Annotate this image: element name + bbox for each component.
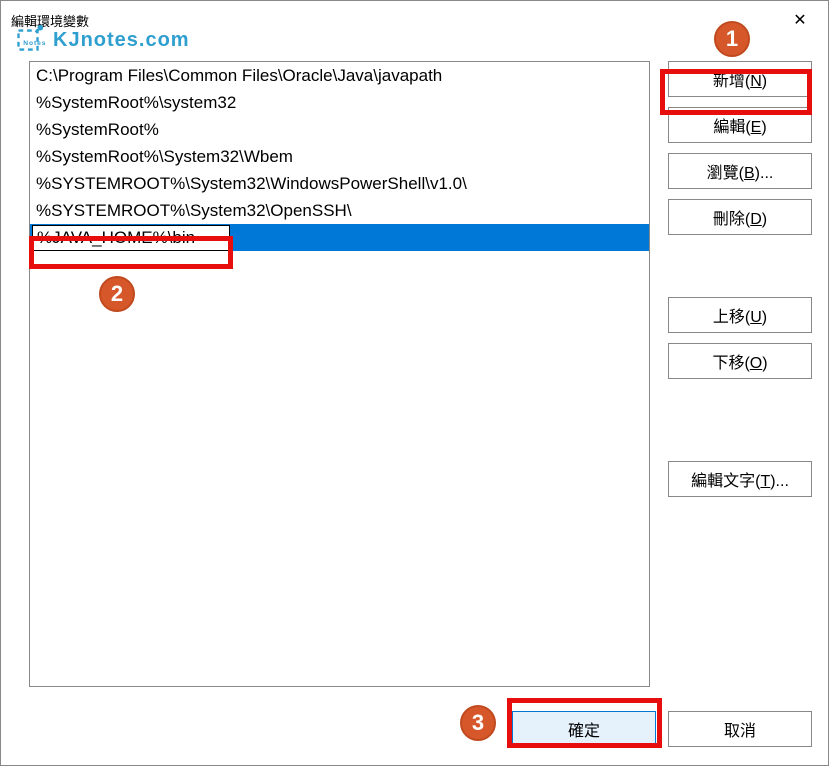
- annotation-badge-2: 2: [99, 276, 135, 312]
- path-row[interactable]: %SystemRoot%\System32\Wbem: [30, 143, 649, 170]
- dialog-footer: 確定 取消: [512, 711, 812, 747]
- ok-button[interactable]: 確定: [512, 711, 656, 747]
- path-row[interactable]: C:\Program Files\Common Files\Oracle\Jav…: [30, 62, 649, 89]
- browse-button[interactable]: 瀏覽(B)...: [668, 153, 812, 189]
- path-row[interactable]: %SystemRoot%: [30, 116, 649, 143]
- close-button[interactable]: ✕: [778, 4, 822, 36]
- cancel-button[interactable]: 取消: [668, 711, 812, 747]
- svg-text:Notes: Notes: [23, 40, 46, 47]
- path-listbox[interactable]: C:\Program Files\Common Files\Oracle\Jav…: [29, 61, 650, 687]
- close-icon: ✕: [793, 10, 806, 30]
- move-down-button[interactable]: 下移(O): [668, 343, 812, 379]
- delete-button[interactable]: 刪除(D): [668, 199, 812, 235]
- path-edit-input[interactable]: [32, 225, 230, 251]
- path-row[interactable]: %SYSTEMROOT%\System32\OpenSSH\: [30, 197, 649, 224]
- watermark-text: KJnotes.com: [53, 29, 190, 52]
- edit-button[interactable]: 編輯(E): [668, 107, 812, 143]
- new-button[interactable]: 新增(N): [668, 61, 812, 97]
- path-row[interactable]: %SystemRoot%\system32: [30, 89, 649, 116]
- edit-text-button[interactable]: 編輯文字(T)...: [668, 461, 812, 497]
- annotation-badge-1: 1: [714, 21, 750, 57]
- path-row[interactable]: %SYSTEMROOT%\System32\WindowsPowerShell\…: [30, 170, 649, 197]
- watermark-logo-icon: Notes: [9, 21, 47, 59]
- side-button-column: 新增(N) 編輯(E) 瀏覽(B)... 刪除(D) 上移(U) 下移(O) 編…: [668, 61, 812, 687]
- watermark: Notes KJnotes.com: [9, 21, 190, 59]
- dialog-content: C:\Program Files\Common Files\Oracle\Jav…: [1, 39, 828, 703]
- annotation-badge-3: 3: [460, 705, 496, 741]
- move-up-button[interactable]: 上移(U): [668, 297, 812, 333]
